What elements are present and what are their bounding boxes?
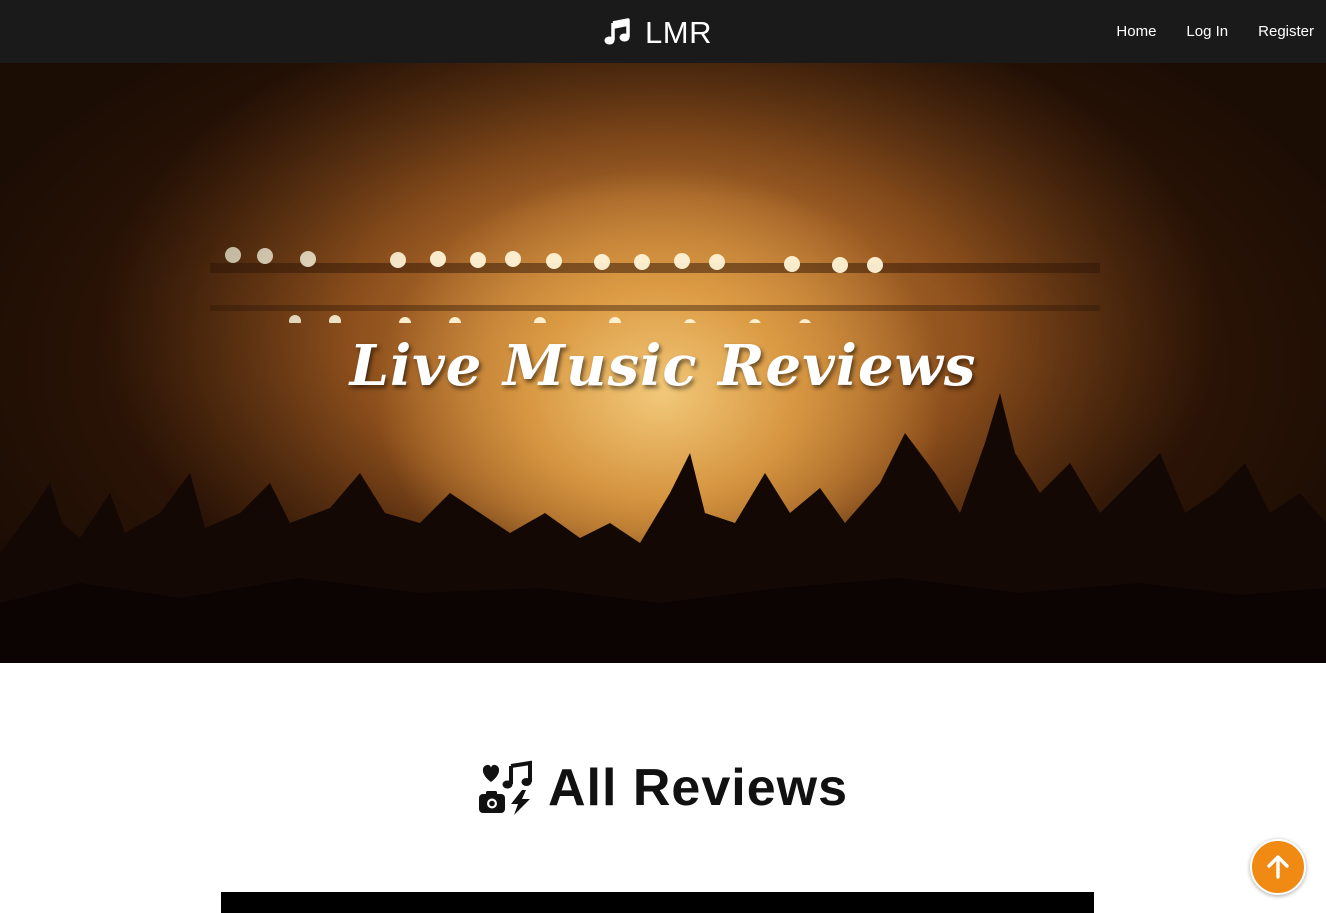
hero-title: Live Music Reviews bbox=[349, 333, 977, 399]
nav-link-login[interactable]: Log In bbox=[1186, 24, 1228, 39]
nav-link-home[interactable]: Home bbox=[1116, 24, 1156, 39]
music-note-icon bbox=[604, 18, 630, 45]
section-title: All Reviews bbox=[547, 759, 849, 817]
crowd-silhouette bbox=[0, 393, 1326, 663]
hero-banner: Live Music Reviews bbox=[0, 63, 1326, 663]
arrow-up-icon bbox=[1267, 855, 1289, 879]
brand-link[interactable]: LMR bbox=[603, 13, 712, 51]
icons-collection-icon bbox=[478, 760, 532, 815]
nav-link-register[interactable]: Register bbox=[1258, 24, 1314, 39]
section-heading: All Reviews bbox=[0, 760, 1326, 816]
review-card[interactable] bbox=[221, 892, 1094, 913]
navbar: LMR Home Log In Register bbox=[0, 0, 1326, 63]
brand-name: LMR bbox=[645, 14, 712, 50]
nav-links: Home Log In Register bbox=[1116, 0, 1314, 63]
back-to-top-button[interactable] bbox=[1250, 839, 1306, 895]
